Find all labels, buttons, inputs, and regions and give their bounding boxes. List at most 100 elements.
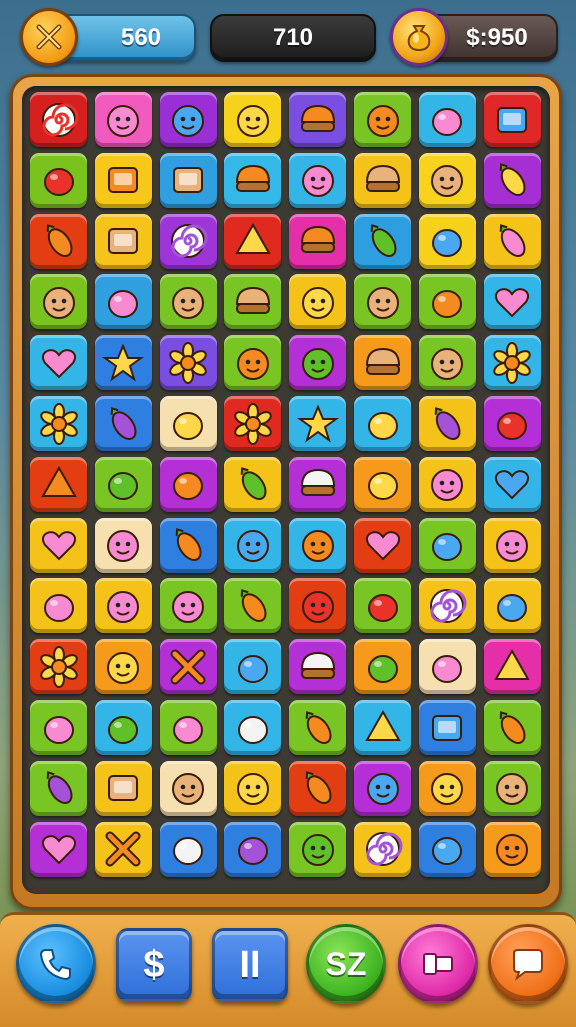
tile-watermelon[interactable] bbox=[30, 456, 87, 512]
tile-ice-cream[interactable] bbox=[224, 152, 282, 208]
tile-pink-heart[interactable] bbox=[30, 335, 87, 391]
tile-eggplant[interactable] bbox=[30, 760, 87, 816]
tile-pepper[interactable] bbox=[354, 213, 411, 269]
tile-blue-face[interactable] bbox=[224, 517, 282, 573]
tile-swirl-candy[interactable] bbox=[30, 92, 87, 147]
tile-blue-block[interactable] bbox=[483, 92, 541, 147]
tile-green-pepper[interactable] bbox=[224, 456, 282, 512]
tile-boy-face[interactable] bbox=[30, 274, 87, 330]
tile-blue-drop[interactable] bbox=[418, 517, 476, 573]
tile-raspberry[interactable] bbox=[418, 92, 476, 147]
tile-orange-face[interactable] bbox=[483, 821, 541, 877]
tile-pink-heart[interactable] bbox=[30, 517, 87, 573]
tile-blue-face[interactable] bbox=[354, 760, 411, 816]
shop-button[interactable]: $ bbox=[116, 928, 192, 1002]
tile-pink-face[interactable] bbox=[159, 578, 217, 634]
tile-box[interactable] bbox=[418, 700, 476, 755]
tile-carrot[interactable] bbox=[159, 517, 217, 573]
call-button[interactable] bbox=[16, 924, 96, 1004]
pause-button[interactable]: II bbox=[212, 928, 288, 1002]
tile-pink-smiley[interactable] bbox=[94, 92, 152, 147]
tile-lime[interactable] bbox=[354, 639, 411, 695]
tile-pink-leaf[interactable] bbox=[483, 213, 541, 269]
tile-burger[interactable] bbox=[354, 335, 411, 391]
tile-yellow-smiley[interactable] bbox=[418, 760, 476, 816]
tile-lemon[interactable] bbox=[159, 396, 217, 451]
tile-robot-face[interactable] bbox=[94, 760, 152, 816]
tile-pink-egg[interactable] bbox=[30, 578, 87, 634]
tile-cheese[interactable] bbox=[354, 700, 411, 755]
tile-cat-face[interactable] bbox=[289, 517, 347, 573]
tile-carrot-face[interactable] bbox=[289, 700, 347, 755]
tile-spiral[interactable] bbox=[418, 578, 476, 634]
tile-cross[interactable] bbox=[159, 639, 217, 695]
tile-star[interactable] bbox=[94, 335, 152, 391]
tile-strawberry[interactable] bbox=[354, 578, 411, 634]
tile-pig-face[interactable] bbox=[94, 517, 152, 573]
tile-pink-heart[interactable] bbox=[30, 821, 87, 877]
tile-pink-face[interactable] bbox=[483, 517, 541, 573]
tile-green-monster[interactable] bbox=[289, 335, 347, 391]
chat-button[interactable] bbox=[488, 924, 568, 1004]
tile-eggplant[interactable] bbox=[94, 396, 152, 451]
tile-cone[interactable] bbox=[483, 639, 541, 695]
tile-sun-face[interactable] bbox=[30, 396, 87, 451]
tile-eggplant[interactable] bbox=[418, 396, 476, 451]
tile-blue-drop[interactable] bbox=[418, 821, 476, 877]
tile-carrot[interactable] bbox=[289, 760, 347, 816]
tile-kid-face[interactable] bbox=[354, 274, 411, 330]
tile-chest[interactable] bbox=[159, 152, 217, 208]
tile-cat-face[interactable] bbox=[354, 92, 411, 147]
score-boost-button[interactable]: SZ bbox=[306, 924, 386, 1004]
tile-onigiri[interactable] bbox=[289, 456, 347, 512]
tile-taco[interactable] bbox=[289, 213, 347, 269]
tile-lime[interactable] bbox=[94, 700, 152, 755]
tile-kid-face[interactable] bbox=[418, 335, 476, 391]
tile-blue-spiral[interactable] bbox=[354, 821, 411, 877]
tile-orange-fruit[interactable] bbox=[418, 274, 476, 330]
tile-cone[interactable] bbox=[224, 213, 282, 269]
tile-lime[interactable] bbox=[94, 456, 152, 512]
tile-boy-face[interactable] bbox=[483, 760, 541, 816]
tile-orange-leaf[interactable] bbox=[224, 578, 282, 634]
tile-blue-smiley[interactable] bbox=[159, 92, 217, 147]
tile-pudding[interactable] bbox=[289, 92, 347, 147]
gold-bag-icon[interactable] bbox=[390, 8, 448, 66]
tile-carrot-face[interactable] bbox=[30, 213, 87, 269]
tile-red-face[interactable] bbox=[289, 578, 347, 634]
tile-onigiri[interactable] bbox=[289, 639, 347, 695]
tile-pink-egg[interactable] bbox=[418, 639, 476, 695]
crossed-swords-icon[interactable] bbox=[20, 8, 78, 66]
tile-tomato[interactable] bbox=[483, 396, 541, 451]
tile-flower[interactable] bbox=[224, 396, 282, 451]
tile-spiral[interactable] bbox=[159, 213, 217, 269]
tile-yellow-blob[interactable] bbox=[94, 639, 152, 695]
tile-star[interactable] bbox=[289, 396, 347, 451]
booster-button[interactable] bbox=[398, 924, 478, 1004]
tile-sunflower[interactable] bbox=[30, 639, 87, 695]
tile-kid-face[interactable] bbox=[159, 274, 217, 330]
tile-potion[interactable] bbox=[224, 821, 282, 877]
tile-phone-device[interactable] bbox=[94, 152, 152, 208]
tile-sunflower[interactable] bbox=[483, 335, 541, 391]
tile-lemon[interactable] bbox=[354, 456, 411, 512]
tile-blue-drop[interactable] bbox=[418, 213, 476, 269]
tile-pink-heart[interactable] bbox=[354, 517, 411, 573]
tile-lollipop[interactable] bbox=[483, 700, 541, 755]
tile-blue-egg[interactable] bbox=[224, 639, 282, 695]
tile-orange-face[interactable] bbox=[224, 335, 282, 391]
tile-orange-egg[interactable] bbox=[94, 274, 152, 330]
tile-burger[interactable] bbox=[224, 274, 282, 330]
tile-heart[interactable] bbox=[483, 274, 541, 330]
tile-kid-face[interactable] bbox=[159, 760, 217, 816]
tile-snowball[interactable] bbox=[224, 700, 282, 755]
tile-ghost[interactable] bbox=[159, 821, 217, 877]
tile-pig-face[interactable] bbox=[418, 456, 476, 512]
tile-monkey-face[interactable] bbox=[418, 152, 476, 208]
tile-pig-face[interactable] bbox=[289, 152, 347, 208]
tile-pink-face[interactable] bbox=[94, 578, 152, 634]
tile-robot[interactable] bbox=[94, 213, 152, 269]
tile-lemon[interactable] bbox=[354, 396, 411, 451]
tile-yellow-smiley[interactable] bbox=[224, 92, 282, 147]
tile-green-monster[interactable] bbox=[289, 821, 347, 877]
